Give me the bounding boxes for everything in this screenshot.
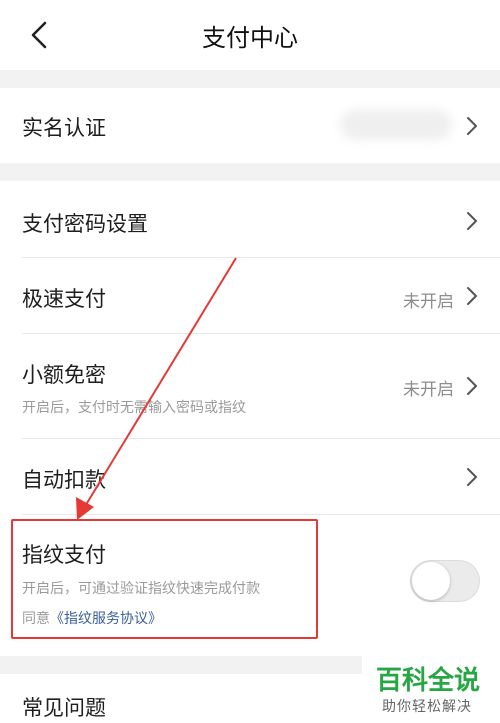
pay-password-row[interactable]: 支付密码设置 — [0, 181, 500, 258]
real-name-label: 实名认证 — [22, 116, 106, 140]
small-no-password-row[interactable]: 小额免密 开启后，支付时无需输入密码或指纹 未开启 — [0, 334, 500, 439]
watermark-title: 百科全说 — [376, 666, 481, 696]
small-no-password-label: 小额免密 — [22, 363, 106, 387]
faq-label: 常见问题 — [22, 696, 106, 720]
pay-password-label: 支付密码设置 — [22, 212, 148, 236]
blurred-name-value — [340, 110, 452, 140]
real-name-row[interactable]: 实名认证 — [0, 88, 500, 163]
small-no-password-status: 未开启 — [403, 380, 454, 400]
auto-deduct-row[interactable]: 自动扣款 — [0, 439, 500, 515]
chevron-right-icon — [467, 287, 477, 305]
chevron-right-icon — [467, 117, 477, 135]
fingerprint-pay-toggle[interactable] — [410, 560, 480, 602]
chevron-right-icon — [467, 377, 477, 395]
toggle-knob — [412, 562, 450, 600]
quick-pay-label: 极速支付 — [22, 287, 106, 311]
auto-deduct-label: 自动扣款 — [22, 468, 106, 492]
top-bar: 支付中心 — [0, 0, 500, 70]
watermark-logo: 百科全说 助你轻松解决 — [362, 656, 500, 723]
highlight-box — [11, 519, 318, 639]
quick-pay-row[interactable]: 极速支付 未开启 — [0, 258, 500, 334]
watermark-subtitle: 助你轻松解决 — [382, 699, 472, 715]
small-no-password-description: 开启后，支付时无需输入密码或指纹 — [22, 400, 246, 416]
chevron-right-icon — [467, 468, 477, 486]
chevron-right-icon — [467, 212, 477, 230]
page-title: 支付中心 — [202, 24, 298, 52]
quick-pay-status: 未开启 — [403, 292, 454, 312]
identity-section: 实名认证 — [0, 88, 500, 163]
